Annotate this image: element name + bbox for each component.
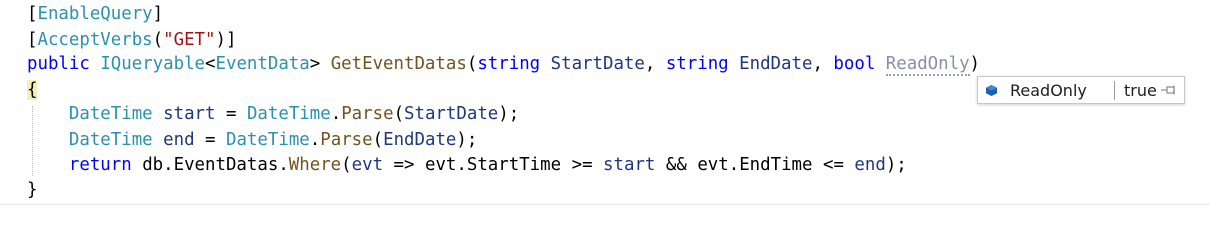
datatip-value[interactable]: true <box>1124 80 1157 102</box>
cube-icon <box>986 85 997 96</box>
pin-icon[interactable] <box>1161 85 1177 95</box>
code-line-4: { <box>27 77 38 103</box>
attribute-acceptverbs: AcceptVerbs <box>37 30 153 50</box>
brace-highlight: { <box>27 80 38 100</box>
editor-bottom-border <box>0 204 1210 205</box>
datatip-popup[interactable]: ReadOnly true <box>977 76 1185 104</box>
code-line-6: DateTime end = DateTime.Parse(EndDate); <box>68 130 478 150</box>
code-line-2: [AcceptVerbs("GET")] <box>27 30 237 50</box>
datatip-name: ReadOnly <box>1010 81 1087 100</box>
code-line-8: } <box>27 180 38 200</box>
param-readonly[interactable]: ReadOnly <box>885 54 970 76</box>
code-line-5: DateTime start = DateTime.Parse(StartDat… <box>68 104 520 124</box>
string-literal: "GET" <box>163 30 216 50</box>
code-line-3: public IQueryable<EventData> GetEventDat… <box>27 54 981 76</box>
datatip-separator <box>1114 81 1115 100</box>
code-line-7: return db.EventDatas.Where(evt => evt.St… <box>68 155 907 175</box>
method-name: GetEventDatas <box>330 54 467 74</box>
code-editor[interactable]: [EnableQuery] [AcceptVerbs("GET")] publi… <box>0 0 1210 207</box>
attribute-enablequery: EnableQuery <box>37 4 153 24</box>
code-line-1: [EnableQuery] <box>27 4 164 24</box>
